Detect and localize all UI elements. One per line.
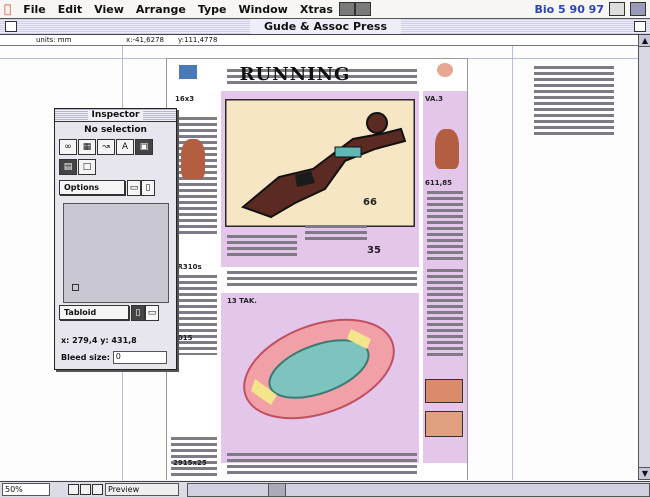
scroll-thumb[interactable] <box>268 483 286 496</box>
fill-tab-icon[interactable]: ▦ <box>78 139 96 155</box>
page-button-icon[interactable] <box>92 484 103 495</box>
body-text <box>227 453 417 477</box>
sprinter-illustration <box>225 99 415 227</box>
landscape-icon[interactable]: ▭ <box>145 305 159 321</box>
body-text <box>227 271 417 289</box>
body-text <box>427 269 463 359</box>
portrait-icon[interactable]: ▯ <box>131 305 145 321</box>
menubar:  File Edit View Arrange Type Window Xtr… <box>0 0 650 19</box>
caption-lines <box>305 225 367 243</box>
text-tab-icon[interactable]: A <box>116 139 134 155</box>
menu-edit[interactable]: Edit <box>52 3 88 16</box>
runner-figure-icon <box>181 139 205 179</box>
guide-line <box>512 46 513 480</box>
stroke-tab-icon[interactable]: ↝ <box>97 139 115 155</box>
runner-figure-icon <box>435 129 459 169</box>
zoom-box-icon[interactable] <box>634 21 646 32</box>
ruler-units: units: mm <box>36 36 72 44</box>
pasteboard-text <box>534 66 614 136</box>
menu-window[interactable]: Window <box>233 3 294 16</box>
shoe-photo <box>425 411 463 437</box>
emblem-icon <box>437 63 453 77</box>
page-setup-tab-icon[interactable]: □ <box>78 159 96 175</box>
menu-view[interactable]: View <box>88 3 130 16</box>
options-popup[interactable]: Options <box>59 180 125 195</box>
menu-xtras[interactable]: Xtras <box>294 3 339 16</box>
view-mode-popup[interactable]: Preview <box>105 483 179 496</box>
menu-arrange[interactable]: Arrange <box>130 3 192 16</box>
ruler-x-readout: x:-41,6278 <box>126 36 164 44</box>
bleed-label: Bleed size: <box>61 353 110 362</box>
track-diagram <box>243 318 395 420</box>
status-bar: 50% Preview <box>0 481 650 497</box>
zoom-field[interactable]: 50% <box>2 483 50 496</box>
scroll-up-arrow-icon[interactable]: ▲ <box>639 35 650 47</box>
close-box-icon[interactable] <box>5 21 17 32</box>
body-text <box>171 275 217 355</box>
object-tab-icon[interactable]: ∞ <box>59 139 77 155</box>
page-button-icon[interactable] <box>68 484 79 495</box>
xtras-tool-icon-2[interactable] <box>354 2 371 16</box>
body-text <box>171 437 217 477</box>
headline: RUNNING <box>239 64 351 85</box>
subhead: LR310s <box>173 263 202 271</box>
help-icon[interactable] <box>609 2 625 16</box>
page-buttons <box>68 484 103 495</box>
ruler-y-readout: y:111,4778 <box>178 36 218 44</box>
figure-number: 35 <box>367 245 381 256</box>
selection-status: No selection <box>84 125 147 135</box>
window-titlebar[interactable]: Gude & Assoc Press <box>0 19 650 35</box>
top-ruler: units: mm x:-41,6278 y:111,4778 <box>0 35 638 46</box>
application-menu-icon[interactable] <box>630 2 646 16</box>
horizontal-scrollbar[interactable] <box>187 482 650 497</box>
figure-number: 66 <box>363 197 377 208</box>
subhead: 2915x25 <box>173 459 207 467</box>
bleed-row: Bleed size: 0 <box>61 351 167 364</box>
page-thumbnail-panel[interactable] <box>63 203 169 303</box>
orientation-icon-2[interactable]: ▯ <box>141 180 155 196</box>
vertical-scrollbar[interactable]: ▲ ▼ <box>638 35 650 480</box>
section-logo-icon <box>179 65 197 79</box>
subhead: VA.3 <box>425 95 444 103</box>
bleed-size-input[interactable]: 0 <box>112 351 167 364</box>
menubar-clock: Bio 5 90 97 <box>534 2 604 16</box>
caption-lines <box>227 235 297 259</box>
subhead: 611,85 <box>425 179 453 187</box>
inspector-title: Inspector <box>87 110 144 120</box>
menu-file[interactable]: File <box>17 3 52 16</box>
xtras-tool-icon[interactable] <box>338 2 355 16</box>
newspaper-page[interactable]: 16x3 VA.3 611,85 LR310s 13 TAK. 1015 291… <box>166 58 468 480</box>
inspector-palette[interactable]: Inspector No selection ∞ ▦ ↝ A ▣ ▤ □ Opt… <box>54 108 177 370</box>
subhead: 16x3 <box>175 95 195 103</box>
page-size-popup[interactable]: Tabloid <box>59 305 129 320</box>
scroll-down-arrow-icon[interactable]: ▼ <box>639 467 650 480</box>
orientation-icon[interactable]: ▭ <box>127 180 141 196</box>
subhead: 13 TAK. <box>227 297 257 305</box>
menu-type[interactable]: Type <box>192 3 233 16</box>
page-size-readout: x: 279,4 y: 431,8 <box>61 336 137 345</box>
page-tab-icon[interactable]: ▤ <box>59 159 77 175</box>
apple-menu-icon[interactable]:  <box>0 2 17 16</box>
window-title: Gude & Assoc Press <box>250 19 402 34</box>
inspector-titlebar[interactable]: Inspector <box>55 109 176 122</box>
page-button-icon[interactable] <box>80 484 91 495</box>
page-thumbnail-icon[interactable] <box>72 284 79 291</box>
body-text <box>427 191 463 261</box>
document-tab-icon[interactable]: ▣ <box>135 139 153 155</box>
shoe-photo <box>425 379 463 403</box>
